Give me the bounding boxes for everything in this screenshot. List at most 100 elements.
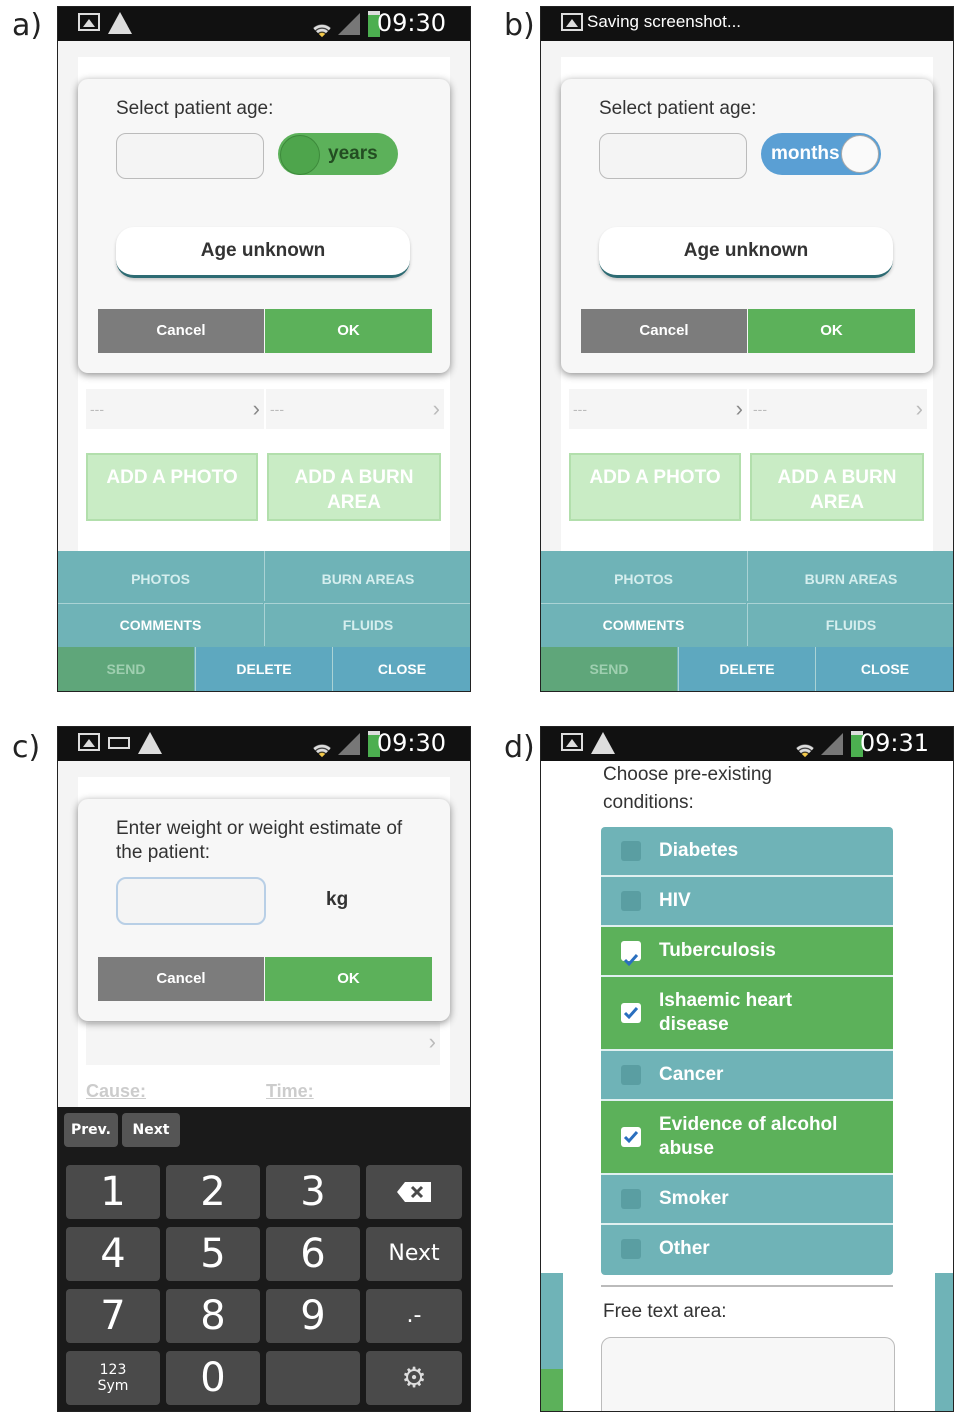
age-input[interactable] [599,133,747,179]
age-prompt: Select patient age: [599,98,757,119]
checkbox[interactable] [621,891,641,911]
gear-icon: ⚙ [401,1361,427,1394]
send-button[interactable]: SEND [541,647,677,691]
form-row[interactable]: › [86,1023,440,1065]
status-time: 09:31 [859,729,929,757]
key-5[interactable]: 5 [166,1227,260,1281]
add-burn-area-button[interactable]: ADD A BURN AREA [267,453,441,521]
key-0[interactable]: 0 [166,1351,260,1405]
next-key[interactable]: Next [366,1227,462,1281]
tab-burn-areas[interactable]: BURN AREAS [747,551,953,601]
blank-key[interactable] [266,1351,360,1405]
condition-ishaemic-heart-disease[interactable]: Ishaemic heart disease [601,977,893,1051]
key-7[interactable]: 7 [66,1289,160,1343]
tab-photos[interactable]: PHOTOS [541,551,746,601]
key-2[interactable]: 2 [166,1165,260,1219]
warning-icon [108,12,132,34]
checkbox[interactable] [621,1189,641,1209]
close-button[interactable]: CLOSE [815,647,953,691]
key-3[interactable]: 3 [266,1165,360,1219]
condition-cancer[interactable]: Cancer [601,1051,893,1101]
tab-burn-areas[interactable]: BURN AREAS [264,551,470,601]
divider [601,1285,893,1287]
condition-alcohol-abuse[interactable]: Evidence of alcohol abuse [601,1101,893,1175]
checkbox[interactable] [621,1239,641,1259]
phone-screen-d: 09:31 Choose pre-existing conditions: Di… [540,726,954,1412]
delete-button[interactable]: DELETE [195,647,332,691]
status-bar: Saving screenshot... [541,7,953,41]
age-unit-toggle[interactable]: months [761,133,881,175]
condition-other[interactable]: Other [601,1225,893,1275]
add-photo-button[interactable]: ADD A PHOTO [86,453,258,521]
weight-prompt: Enter weight or weight estimate of the p… [116,818,403,863]
condition-label: Evidence of alcohol abuse [659,1114,838,1159]
prev-key[interactable]: Prev. [64,1113,118,1147]
checkmark-icon [623,1131,639,1144]
signal-icon [338,13,360,35]
settings-key[interactable]: ⚙ [366,1351,462,1405]
time-selector[interactable]: --- › [749,389,927,429]
send-button[interactable]: SEND [58,647,194,691]
cause-selector[interactable]: --- › [569,389,747,429]
toggle-knob [280,135,320,175]
close-button[interactable]: CLOSE [332,647,470,691]
condition-label: HIV [659,890,691,911]
phone-screen-c: 09:30 › Cause: Time: Enter weight or wei… [57,726,471,1412]
condition-label: Cancer [659,1064,724,1085]
time-selector[interactable]: --- › [266,389,444,429]
age-unknown-button[interactable]: Age unknown [116,227,410,278]
checkbox[interactable] [621,1065,641,1085]
cancel-button[interactable]: Cancel [98,957,264,1001]
symbol-key[interactable]: 123 Sym [66,1351,160,1405]
tab-fluids[interactable]: FLUIDS [747,603,953,646]
condition-diabetes[interactable]: Diabetes [601,827,893,877]
panel-label-b: b) [504,8,535,43]
free-text-area[interactable] [601,1337,895,1411]
checkbox-checked[interactable] [621,1003,641,1023]
ok-button[interactable]: OK [265,957,432,1001]
cancel-button[interactable]: Cancel [98,309,264,353]
age-unknown-button[interactable]: Age unknown [599,227,893,278]
phone-screen-a: 09:30 --- › --- › ADD A PHOTO ADD A BURN A… [57,6,471,692]
toggle-label-years: years [328,143,378,164]
key-8[interactable]: 8 [166,1289,260,1343]
status-bar: 09:30 [58,727,470,761]
tab-photos[interactable]: PHOTOS [58,551,263,601]
key-9[interactable]: 9 [266,1289,360,1343]
ok-button[interactable]: OK [748,309,915,353]
conditions-list: Diabetes HIV Tuberculosis Ishaemic heart… [601,827,893,1275]
backspace-key[interactable] [366,1165,462,1219]
add-photo-button[interactable]: ADD A PHOTO [569,453,741,521]
dot-dash-key[interactable]: .- [366,1289,462,1343]
tab-comments[interactable]: COMMENTS [58,603,263,646]
cause-selector[interactable]: --- › [86,389,264,429]
condition-smoker[interactable]: Smoker [601,1175,893,1225]
image-icon [561,733,583,751]
weight-input[interactable] [116,877,266,925]
checkbox[interactable] [621,841,641,861]
key-4[interactable]: 4 [66,1227,160,1281]
chevron-right-icon: › [915,396,923,421]
condition-hiv[interactable]: HIV [601,877,893,927]
key-6[interactable]: 6 [266,1227,360,1281]
age-input[interactable] [116,133,264,179]
image-icon [78,13,100,31]
tab-fluids[interactable]: FLUIDS [264,603,470,646]
checkbox-checked[interactable] [621,941,641,967]
delete-button[interactable]: DELETE [678,647,815,691]
next-field-key[interactable]: Next [122,1113,180,1147]
condition-label: Smoker [659,1188,729,1209]
condition-tuberculosis[interactable]: Tuberculosis [601,927,893,977]
notification-text: Saving screenshot... [587,12,742,31]
checkbox-checked[interactable] [621,1127,641,1147]
tab-comments[interactable]: COMMENTS [541,603,746,646]
cancel-button[interactable]: Cancel [581,309,747,353]
cause-value: --- [90,401,104,417]
key-1[interactable]: 1 [66,1165,160,1219]
add-burn-area-button[interactable]: ADD A BURN AREA [750,453,924,521]
age-unit-toggle[interactable]: years [278,133,398,175]
dialog-button-row: Cancel OK [581,309,915,353]
ok-button[interactable]: OK [265,309,432,353]
age-prompt: Select patient age: [116,98,274,119]
checkmark-icon [623,1007,639,1020]
